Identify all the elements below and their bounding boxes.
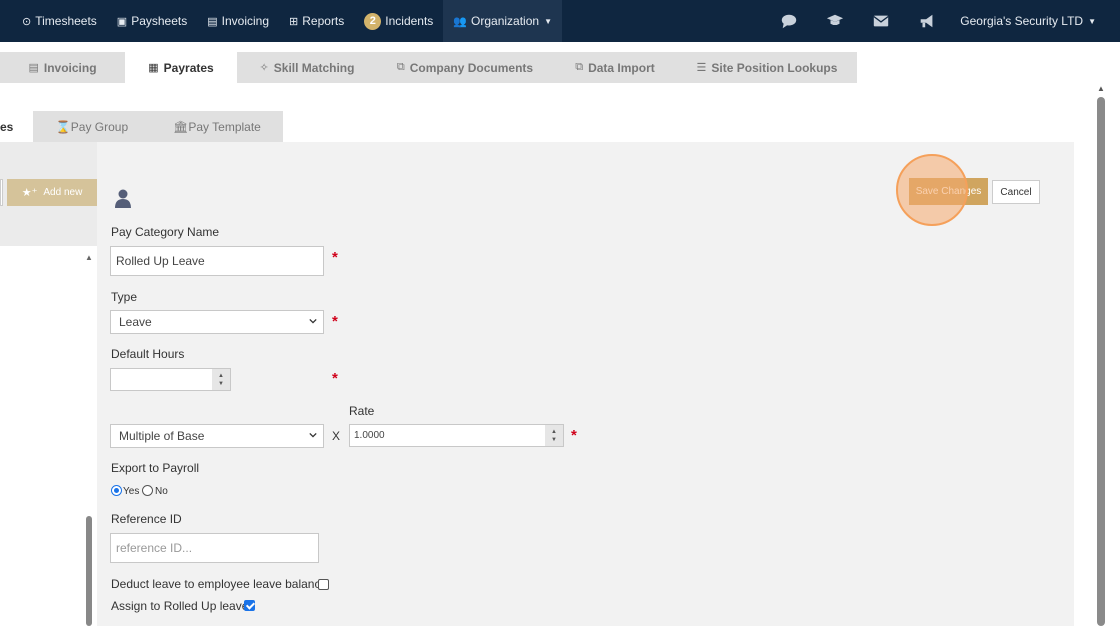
required-mark: *: [332, 370, 338, 387]
tab-site-position-lookups[interactable]: ☰ Site Position Lookups: [677, 52, 857, 83]
chat-icon[interactable]: [766, 0, 812, 42]
export-yes-radio[interactable]: [111, 485, 122, 496]
required-mark: *: [332, 313, 338, 330]
export-no-label: No: [155, 486, 168, 497]
left-scrollbar-thumb[interactable]: [86, 516, 92, 626]
user-icon: [115, 189, 131, 212]
nav-paysheets[interactable]: ▣ Paysheets: [107, 0, 197, 42]
nav-invoicing[interactable]: ▤ Invoicing: [197, 0, 279, 42]
tab-skill-matching[interactable]: ✧ Skill Matching: [237, 52, 377, 83]
export-no-radio[interactable]: [142, 485, 153, 496]
export-to-payroll-label: Export to Payroll: [111, 461, 200, 475]
required-mark: *: [332, 249, 338, 266]
hourglass-icon: ⌛: [55, 119, 71, 134]
spinner-arrows[interactable]: ▲ ▼: [545, 425, 563, 446]
list-icon: ☰: [696, 62, 707, 74]
subtab-pay-categories[interactable]: es: [0, 111, 33, 142]
copy-icon: ⧉: [396, 61, 405, 73]
type-label: Type: [111, 290, 138, 304]
rate-input[interactable]: 1.0000 ▲ ▼: [349, 424, 564, 447]
default-hours-label: Default Hours: [111, 347, 185, 361]
scroll-up-arrow[interactable]: ▲: [1097, 84, 1105, 93]
deduct-leave-checkbox[interactable]: [318, 579, 329, 590]
pay-category-name-input[interactable]: [110, 246, 324, 276]
stars-plus-icon: ★⁺: [21, 187, 38, 199]
money-icon: ▣: [116, 15, 128, 28]
rate-mode-select[interactable]: Multiple of Base: [110, 424, 324, 448]
tab-invoicing[interactable]: ▤ Invoicing: [0, 52, 125, 83]
reference-id-input[interactable]: [110, 533, 319, 563]
scroll-up-arrow[interactable]: ▲: [85, 253, 93, 262]
assign-rolled-up-checkbox[interactable]: [244, 600, 255, 611]
spinner-arrows[interactable]: ▲ ▼: [212, 369, 230, 390]
deduct-leave-label: Deduct leave to employee leave balance: [111, 577, 328, 591]
invoice-icon: ▤: [28, 62, 39, 74]
calendar-icon: ▦: [148, 62, 159, 74]
caret-down-icon: ▼: [544, 16, 552, 26]
reference-id-label: Reference ID: [111, 512, 182, 526]
nav-organization[interactable]: 👥 Organization ▼: [443, 0, 562, 42]
subtab-pay-group[interactable]: ⌛ Pay Group: [33, 111, 151, 142]
top-navbar: ⊙ Timesheets ▣ Paysheets ▤ Invoicing ⊞ Repor…: [0, 0, 1120, 42]
default-hours-input[interactable]: ▲ ▼: [110, 368, 231, 391]
caret-down-icon: ▼: [1088, 16, 1096, 26]
account-menu[interactable]: Georgia's Security LTD ▼: [950, 0, 1120, 42]
nav-reports[interactable]: ⊞ Reports: [279, 0, 354, 42]
nav-incidents[interactable]: 2 Incidents: [354, 0, 443, 42]
crosshair-icon: ✧: [259, 62, 269, 74]
chevron-down-icon: [309, 432, 317, 438]
main-tabs: ▤ Invoicing ▦ Payrates ✧ Skill Matching ⧉ Co…: [0, 52, 857, 83]
page-scrollbar-thumb[interactable]: [1097, 97, 1105, 626]
users-icon: 👥: [453, 15, 468, 28]
assign-rolled-up-label: Assign to Rolled Up leave: [111, 599, 249, 613]
save-changes-button[interactable]: Save Changes: [909, 178, 988, 205]
chevron-down-icon: [309, 318, 317, 324]
envelope-icon[interactable]: [858, 0, 904, 42]
graduation-cap-icon[interactable]: [812, 0, 858, 42]
left-search-input[interactable]: [0, 179, 3, 206]
subtab-pay-template[interactable]: 🏛 Pay Template: [151, 111, 283, 142]
pay-category-name-label: Pay Category Name: [111, 225, 220, 239]
megaphone-icon[interactable]: [904, 0, 950, 42]
add-new-button[interactable]: ★⁺ Add new: [7, 179, 97, 206]
incidents-count-badge: 2: [364, 12, 382, 30]
cancel-button[interactable]: Cancel: [992, 180, 1040, 204]
clock-icon: ⊙: [22, 15, 32, 28]
bank-icon: 🏛: [173, 119, 189, 134]
tab-data-import[interactable]: ⧉ Data Import: [553, 52, 677, 83]
table-icon: ⊞: [289, 15, 299, 28]
export-yes-label: Yes: [123, 486, 140, 497]
sub-tabs: es ⌛ Pay Group 🏛 Pay Template: [0, 111, 283, 142]
rate-label: Rate: [349, 404, 375, 418]
multiply-symbol: X: [332, 429, 341, 443]
nav-timesheets[interactable]: ⊙ Timesheets: [0, 0, 107, 42]
tab-payrates[interactable]: ▦ Payrates: [125, 52, 237, 83]
invoice-icon: ▤: [207, 15, 218, 28]
type-select[interactable]: Leave: [110, 310, 324, 334]
tab-company-documents[interactable]: ⧉ Company Documents: [377, 52, 553, 83]
required-mark: *: [571, 427, 577, 444]
copy-icon: ⧉: [575, 61, 584, 73]
